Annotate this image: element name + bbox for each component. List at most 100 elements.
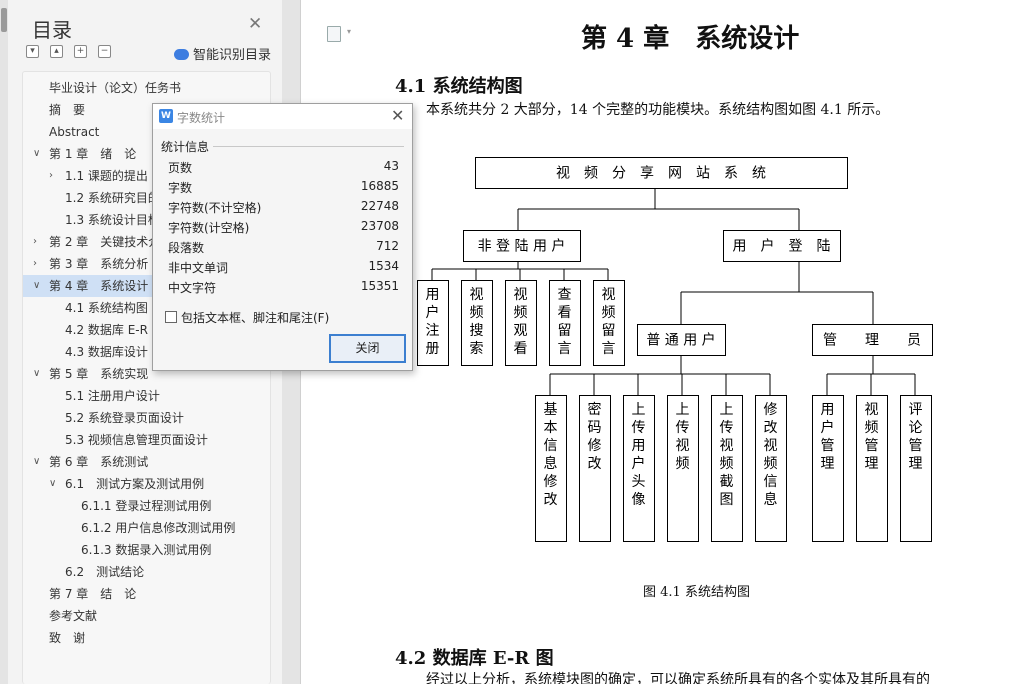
chevron-down-icon[interactable]: ∨ [49,473,56,495]
close-icon[interactable]: ✕ [248,16,262,33]
toc-item-label: 6.1.3 数据录入测试用例 [81,543,212,557]
diagram-char: 码 [588,420,602,436]
toc-item[interactable]: 5.1 注册用户设计 [23,385,270,407]
dialog-close-icon[interactable]: ✕ [391,106,404,125]
diagram-char: 频 [602,305,616,321]
chevron-down-icon[interactable]: ∨ [33,363,40,385]
diagram-char: 频 [514,305,528,321]
left-scrollbar-thumb[interactable] [1,8,7,32]
toc-item[interactable]: 毕业设计（论文）任务书 [23,77,270,99]
toc-item-label: 致 谢 [49,631,86,645]
diagram-char: 频 [676,456,690,472]
chevron-right-icon[interactable]: › [49,165,53,187]
toc-item[interactable]: ∨ 第 6 章 系统测试 [23,451,270,473]
diagram-char: 信 [764,474,778,490]
toc-item[interactable]: 第 7 章 结 论 [23,583,270,605]
toc-item[interactable]: ∨ 6.1 测试方案及测试用例 [23,473,270,495]
stat-value: 22748 [360,199,399,213]
diagram-char: 息 [764,491,778,508]
include-textbox-label[interactable]: 包括文本框、脚注和尾注(F) [181,309,329,326]
stat-value: 712 [376,239,399,253]
dialog-titlebar[interactable]: W 字数统计 ✕ [153,104,412,129]
smart-toc-button[interactable]: 智能识别目录 [174,44,271,63]
collapse-all-icon[interactable]: ▾ [26,45,39,58]
diagram-char: 传 [676,420,690,436]
diagram-char: 论 [909,420,923,436]
diagram-char: 图 [720,492,734,508]
toc-item[interactable]: 参考文献 [23,605,270,627]
diagram-char: 频 [720,456,734,472]
smart-toc-label: 智能识别目录 [193,48,272,63]
toc-item-label: 1.2 系统研究目的 [65,191,160,205]
cloud-icon [174,49,189,60]
diagram-char: 用 [632,438,646,454]
stat-value: 43 [383,159,399,173]
toc-item[interactable]: 致 谢 [23,627,270,649]
system-structure-diagram: 视 频 分 享 网 站 系 统非 登 陆 用 户用 户 登 陆用户注册视频搜索视… [417,157,933,542]
chevron-down-icon[interactable]: ∨ [33,143,40,165]
toc-item[interactable]: 6.1.2 用户信息修改测试用例 [23,517,270,539]
stat-row: 段落数 712 [168,239,399,259]
diagram-char: 修 [764,402,778,418]
add-heading-icon[interactable]: + [74,45,87,58]
toc-item-label: 参考文献 [49,609,98,623]
left-scrollbar[interactable] [0,0,8,684]
diagram-char: 视 [602,287,616,303]
toc-item-label: 毕业设计（论文）任务书 [49,81,182,95]
stat-row: 页数 43 [168,159,399,179]
diagram-char: 头 [632,474,646,490]
normal-node-label: 普 通 用 户 [646,332,715,349]
toc-item-label: 1.1 课题的提出 [65,169,148,183]
diagram-char: 管 [909,438,923,454]
diagram-char: 用 [821,402,835,418]
toc-item[interactable]: 5.3 视频信息管理页面设计 [23,429,270,451]
diagram-char: 频 [865,420,879,436]
stat-value: 15351 [360,279,399,293]
toc-item-label: 6.1.2 用户信息修改测试用例 [81,521,236,535]
diagram-char: 理 [909,456,923,472]
stat-row: 字符数(计空格) 23708 [168,219,399,239]
chevron-right-icon[interactable]: › [33,231,37,253]
diagram-char: 视 [720,438,734,454]
stat-label: 非中文单词 [168,261,229,275]
remove-heading-icon[interactable]: − [98,45,111,58]
stat-label: 字数 [168,181,193,195]
diagram-char: 上 [676,402,690,418]
diagram-char: 留 [558,323,572,339]
chevron-down-icon[interactable]: ∨ [33,275,40,297]
diagram-char: 传 [720,420,734,436]
close-button[interactable]: 关闭 [329,334,406,363]
toc-item-label: 摘 要 [49,103,86,117]
word-count-dialog: W 字数统计 ✕ 统计信息 页数 43 字数 16885 字符数(不计空格) 22748 字… [152,103,413,371]
diagram-char: 索 [470,340,484,357]
nonlogin-node-label: 非 登 陆 用 户 [478,238,566,255]
root-node-label: 视 频 分 享 网 站 系 统 [556,165,766,182]
diagram-char: 上 [632,402,646,418]
page-icon[interactable] [327,26,341,42]
chevron-right-icon[interactable]: › [33,253,37,275]
admin-node-label: 管 理 员 [823,333,921,349]
toc-item[interactable]: 6.1.1 登录过程测试用例 [23,495,270,517]
stat-value: 16885 [360,179,399,193]
diagram-char: 言 [558,341,572,357]
toc-item-label: 第 1 章 绪 论 [49,147,137,161]
chevron-down-icon[interactable]: ∨ [33,451,40,473]
diagram-char: 管 [821,438,835,454]
stat-label: 字符数(计空格) [168,221,250,235]
section-4-2-heading: 4.2 数据库 E-R 图 [395,648,554,669]
wps-writer-window: 目录 ✕ ▾ ▴ + − 智能识别目录 毕业设计（论文）任务书摘 要 Abstra… [0,0,1022,684]
toc-item-label: 第 7 章 结 论 [49,587,137,601]
toc-item[interactable]: 5.2 系统登录页面设计 [23,407,270,429]
diagram-char: 理 [865,456,879,472]
stat-value: 23708 [360,219,399,233]
section-4-1-heading: 4.1 系统结构图 [395,76,523,97]
chevron-down-icon[interactable]: ▾ [347,27,351,36]
expand-all-icon[interactable]: ▴ [50,45,63,58]
paragraph-4-2: 经过以上分析，系统模块图的确定，可以确定系统所具有的各个实体及其所具有的 [426,672,930,684]
toc-item-label: 1.3 系统设计目标 [65,213,160,227]
toc-item[interactable]: 6.1.3 数据录入测试用例 [23,539,270,561]
diagram-char: 本 [544,420,558,436]
include-textbox-checkbox[interactable] [165,311,177,323]
toc-item[interactable]: 6.2 测试结论 [23,561,270,583]
chapter-title: 第 4 章 系统设计 [581,24,800,54]
